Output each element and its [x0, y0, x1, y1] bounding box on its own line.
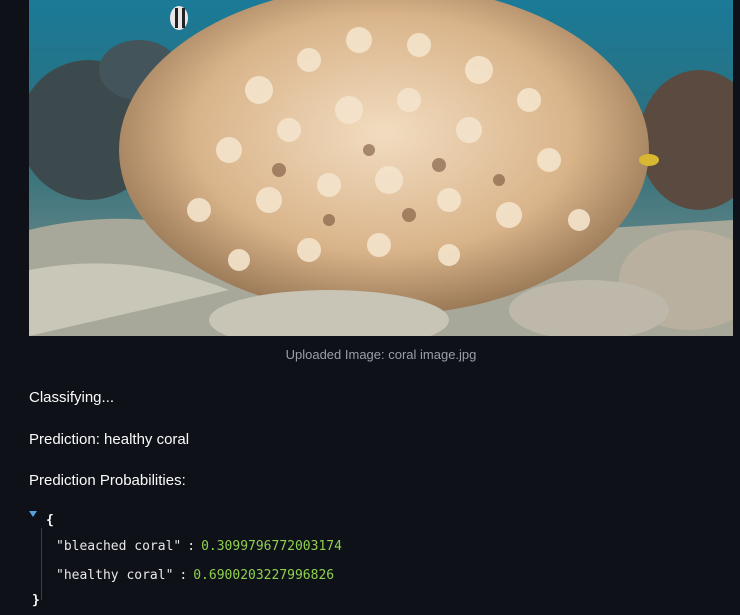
json-key: "healthy coral" [56, 568, 174, 583]
json-entry: "healthy coral":0.6900203227996826 [56, 568, 334, 583]
json-open-brace: { [46, 513, 54, 528]
image-caption: Uploaded Image: coral image.jpg [285, 347, 477, 362]
coral-photo [29, 0, 733, 336]
uploaded-image [29, 0, 733, 336]
collapse-toggle-icon[interactable] [29, 511, 37, 517]
json-key: "bleached coral" [56, 539, 182, 554]
json-value: 0.6900203227996826 [193, 568, 335, 583]
json-colon: : [179, 568, 188, 583]
probabilities-title: Prediction Probabilities: [29, 472, 186, 489]
json-close-brace: } [32, 593, 40, 608]
json-colon: : [187, 539, 196, 554]
status-classifying: Classifying... [29, 389, 115, 406]
json-value: 0.3099796772003174 [201, 539, 342, 554]
app-main: Uploaded Image: coral image.jpg Classify… [0, 0, 740, 615]
json-entry: "bleached coral":0.3099796772003174 [56, 539, 342, 554]
prediction-text: Prediction: healthy coral [29, 431, 190, 448]
json-indent-guide [41, 528, 42, 600]
